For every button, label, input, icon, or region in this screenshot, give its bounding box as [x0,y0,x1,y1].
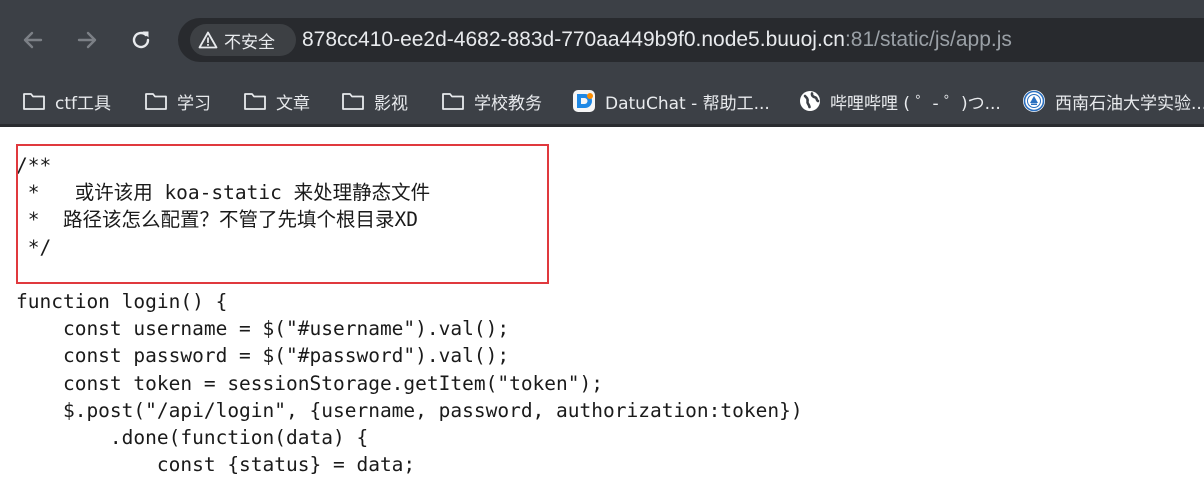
bookmark-label: 学校教务 [474,93,542,114]
code-line: const token = sessionStorage.getItem("to… [16,371,603,395]
back-button[interactable] [17,22,49,58]
arrow-right-icon [77,31,97,49]
url-path: :81/static/js/app.js [844,28,1012,51]
folder-icon [244,93,266,110]
bookmark-study[interactable]: 学习 [144,86,211,116]
folder-icon [342,93,364,110]
browser-toolbar: 不安全 878cc410-ee2d-4682-883d-770aa449b9f0… [0,0,1204,80]
bookmark-label: 西南石油大学实验... [1055,93,1204,114]
code-line: function login() { [16,290,228,314]
bookmark-label: ctf工具 [55,93,111,114]
security-indicator[interactable]: 不安全 [190,24,296,56]
url-host: 878cc410-ee2d-4682-883d-770aa449b9f0.nod… [302,28,845,51]
bookmark-ctf-tools[interactable]: ctf工具 [22,86,111,116]
reload-icon [132,31,150,49]
bookmark-articles[interactable]: 文章 [243,86,310,116]
page-content: /** * 或许该用 koa-static 来处理静态文件 * 路径该怎么配置？… [0,127,1204,478]
globe-icon [800,91,820,111]
bookmark-label: 文章 [276,93,310,114]
folder-icon [23,93,45,110]
forward-button[interactable] [71,22,103,58]
bookmark-label: 学习 [177,93,211,114]
url-text[interactable]: 878cc410-ee2d-4682-883d-770aa449b9f0.nod… [302,28,1012,52]
bookmark-datuchat[interactable]: DatuChat - 帮助工... [572,86,770,116]
datuchat-icon [573,90,595,112]
annotation-highlight-box [16,144,549,284]
bookmark-label: 哔哩哔哩 ( ゜- ゜)つ... [830,93,1001,114]
bookmark-swpu-lab[interactable]: 西南石油大学实验... [1022,86,1204,116]
bookmark-school-affairs[interactable]: 学校教务 [441,86,542,116]
code-line: const password = $("#password").val(); [16,344,510,368]
arrow-left-icon [23,31,43,49]
folder-icon [442,93,464,110]
bookmark-label: DatuChat - 帮助工... [605,93,770,114]
university-logo-icon [1023,90,1045,112]
code-line: const {status} = data; [16,453,416,477]
bookmark-label: 影视 [374,93,408,114]
bookmarks-bar: ctf工具 学习 文章 影视 学校教务 DatuChat - 帮助工... 哔哩… [0,80,1204,127]
address-bar[interactable]: 不安全 878cc410-ee2d-4682-883d-770aa449b9f0… [178,18,1204,62]
bookmark-bilibili[interactable]: 哔哩哔哩 ( ゜- ゜)つ... [799,86,1001,116]
warning-icon [198,31,218,49]
code-line: const username = $("#username").val(); [16,317,510,341]
reload-button[interactable] [125,22,157,58]
security-label: 不安全 [224,32,275,53]
code-line: .done(function(data) { [16,426,369,450]
bookmark-movies[interactable]: 影视 [341,86,408,116]
folder-icon [145,93,167,110]
code-line: $.post("/api/login", {username, password… [16,398,803,422]
